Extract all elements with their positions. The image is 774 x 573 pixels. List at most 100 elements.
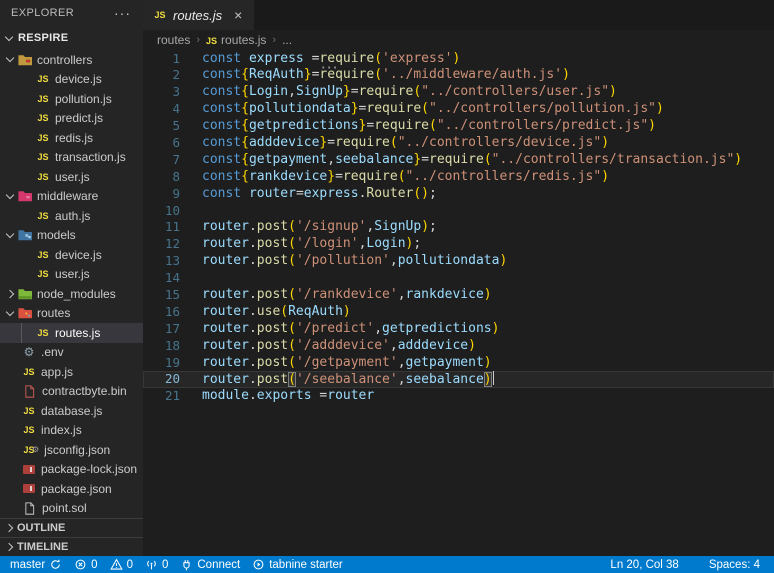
breadcrumb-item-...[interactable]: ... bbox=[282, 33, 292, 47]
code-token: ( bbox=[374, 51, 382, 66]
tree-item-contractbyte.bin[interactable]: contractbyte.bin bbox=[0, 382, 143, 402]
status-label: Spaces: 4 bbox=[709, 559, 760, 571]
line-number[interactable]: 16 bbox=[143, 304, 187, 321]
line-number[interactable]: 18 bbox=[143, 338, 187, 355]
tree-item-device.js[interactable]: JSdevice.js bbox=[0, 245, 143, 265]
code-token: . bbox=[249, 253, 257, 268]
line-number[interactable]: 14 bbox=[143, 270, 187, 287]
line-number[interactable]: 7 bbox=[143, 152, 187, 169]
status-item-0[interactable]: 0 bbox=[104, 556, 139, 573]
chevron-right-icon bbox=[5, 524, 13, 532]
status-item-0[interactable]: 0 bbox=[68, 556, 103, 573]
code-token: post bbox=[257, 338, 288, 353]
line-content: const{rankdevice}=require("../controller… bbox=[187, 169, 609, 186]
tree-item-jsconfig.json[interactable]: JS⚙jsconfig.json bbox=[0, 440, 143, 460]
more-actions-icon[interactable]: ··· bbox=[114, 9, 131, 17]
tree-folder-routes[interactable]: routes bbox=[0, 304, 143, 324]
tree-item-package-lock.json[interactable]: package-lock.json bbox=[0, 460, 143, 480]
tree-item-user.js[interactable]: JSuser.js bbox=[0, 265, 143, 285]
tree-folder-middleware[interactable]: middleware bbox=[0, 187, 143, 207]
line-number[interactable]: 17 bbox=[143, 321, 187, 338]
tree-folder-models[interactable]: models bbox=[0, 226, 143, 246]
tree-folder-controllers[interactable]: controllers bbox=[0, 50, 143, 70]
status-item-0[interactable]: 0 bbox=[139, 556, 174, 573]
workspace-root[interactable]: RESPIRE bbox=[0, 26, 143, 50]
tree-folder-node_modules[interactable]: node_modules bbox=[0, 284, 143, 304]
code-line-3[interactable]: 3const{Login,SignUp}=require("../control… bbox=[143, 84, 774, 101]
line-number[interactable]: 8 bbox=[143, 169, 187, 186]
tree-item-device.js[interactable]: JSdevice.js bbox=[0, 70, 143, 90]
line-number[interactable]: 10 bbox=[143, 203, 187, 220]
breadcrumb-item-routes.js[interactable]: JSroutes.js bbox=[206, 33, 266, 47]
code-line-13[interactable]: 13router.post('/pollution',pollutiondata… bbox=[143, 253, 774, 270]
tab-label: routes.js bbox=[173, 8, 222, 23]
tree-item-.env[interactable]: ⚙.env bbox=[0, 343, 143, 363]
code-token: router bbox=[202, 236, 249, 251]
code-token: . bbox=[249, 338, 257, 353]
code-line-2[interactable]: 2const{ReqAuth}=require('../middleware/a… bbox=[143, 67, 774, 84]
code-line-11[interactable]: 11router.post('/signup',SignUp); bbox=[143, 219, 774, 236]
tree-item-pollution.js[interactable]: JSpollution.js bbox=[0, 89, 143, 109]
code-line-1[interactable]: 1const express =require('express') bbox=[143, 51, 774, 68]
breadcrumb-item-routes[interactable]: routes bbox=[157, 33, 190, 47]
line-number[interactable]: 3 bbox=[143, 84, 187, 101]
line-number[interactable]: 1 bbox=[143, 51, 187, 68]
tab-routes.js[interactable]: JSroutes.js× bbox=[143, 0, 254, 30]
code-line-16[interactable]: 16router.use(ReqAuth) bbox=[143, 304, 774, 321]
code-line-10[interactable]: 10 bbox=[143, 203, 774, 220]
tree-item-transaction.js[interactable]: JStransaction.js bbox=[0, 148, 143, 168]
code-line-12[interactable]: 12router.post('/login',Login); bbox=[143, 236, 774, 253]
line-number[interactable]: 4 bbox=[143, 101, 187, 118]
line-number[interactable]: 20 bbox=[143, 371, 187, 388]
line-number[interactable]: 6 bbox=[143, 135, 187, 152]
status-item-master[interactable]: master bbox=[4, 556, 68, 573]
code-line-5[interactable]: 5const{getpredictions}=require("../contr… bbox=[143, 118, 774, 135]
code-line-17[interactable]: 17router.post('/predict',getpredictions) bbox=[143, 321, 774, 338]
code-line-6[interactable]: 6const{adddevice}=require("../controller… bbox=[143, 135, 774, 152]
code-line-9[interactable]: 9const router=express.Router(); bbox=[143, 186, 774, 203]
status-item-spaces-4[interactable]: Spaces: 4 bbox=[703, 556, 766, 573]
code-line-7[interactable]: 7const{getpayment,seebalance}=require(".… bbox=[143, 152, 774, 169]
tree-item-routes.js[interactable]: JSroutes.js bbox=[0, 323, 143, 343]
code-line-4[interactable]: 4const{pollutiondata}=require("../contro… bbox=[143, 101, 774, 118]
code-token: . bbox=[249, 304, 257, 319]
line-number[interactable]: 2 bbox=[143, 67, 187, 84]
tree-item-index.js[interactable]: JSindex.js bbox=[0, 421, 143, 441]
status-item-ln-20-col-38[interactable]: Ln 20, Col 38 bbox=[604, 556, 684, 573]
tree-item-predict.js[interactable]: JSpredict.js bbox=[0, 109, 143, 129]
code-token: const bbox=[202, 51, 249, 66]
tree-item-package.json[interactable]: package.json bbox=[0, 479, 143, 499]
line-number[interactable]: 11 bbox=[143, 219, 187, 236]
code-line-18[interactable]: 18router.post('/adddevice',adddevice) bbox=[143, 338, 774, 355]
line-number[interactable]: 12 bbox=[143, 236, 187, 253]
code-token: "../controllers/user.js" bbox=[421, 84, 609, 99]
line-number[interactable]: 21 bbox=[143, 388, 187, 405]
tree-item-label: app.js bbox=[41, 365, 73, 379]
code-token: } bbox=[327, 169, 335, 184]
code-line-20[interactable]: 20router.post('/seebalance',seebalance) bbox=[143, 371, 774, 388]
code-token: ) bbox=[468, 338, 476, 353]
line-number[interactable]: 15 bbox=[143, 287, 187, 304]
code-line-8[interactable]: 8const{rankdevice}=require("../controlle… bbox=[143, 169, 774, 186]
tree-item-database.js[interactable]: JSdatabase.js bbox=[0, 401, 143, 421]
status-item-tabnine-starter[interactable]: tabnine starter bbox=[246, 556, 349, 573]
tree-item-user.js[interactable]: JSuser.js bbox=[0, 167, 143, 187]
line-number[interactable]: 19 bbox=[143, 355, 187, 372]
code-line-14[interactable]: 14 bbox=[143, 270, 774, 287]
tree-item-auth.js[interactable]: JSauth.js bbox=[0, 206, 143, 226]
panel-timeline[interactable]: TIMELINE bbox=[0, 537, 143, 556]
status-item-connect[interactable]: Connect bbox=[174, 556, 246, 573]
code-line-21[interactable]: 21module.exports =router bbox=[143, 388, 774, 405]
line-number[interactable]: 13 bbox=[143, 253, 187, 270]
tree-item-redis.js[interactable]: JSredis.js bbox=[0, 128, 143, 148]
line-number[interactable]: 5 bbox=[143, 118, 187, 135]
code-line-19[interactable]: 19router.post('/getpayment',getpayment) bbox=[143, 355, 774, 372]
code-line-15[interactable]: 15router.post('/rankdevice',rankdevice) bbox=[143, 287, 774, 304]
code-token: ) bbox=[492, 321, 500, 336]
close-icon[interactable]: × bbox=[232, 8, 244, 22]
tree-item-point.sol[interactable]: point.sol bbox=[0, 499, 143, 519]
code-token: , bbox=[398, 355, 406, 370]
tree-item-app.js[interactable]: JSapp.js bbox=[0, 362, 143, 382]
panel-outline[interactable]: OUTLINE bbox=[0, 518, 143, 537]
line-number[interactable]: 9 bbox=[143, 186, 187, 203]
